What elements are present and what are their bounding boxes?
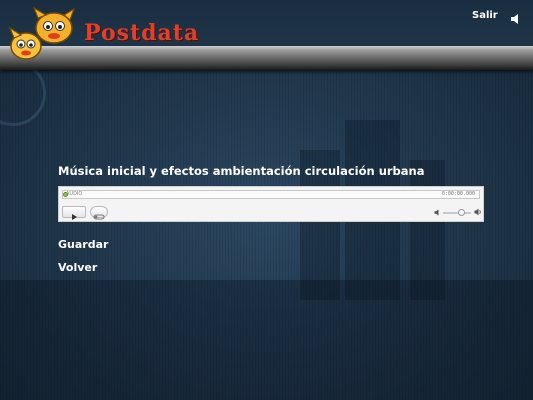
background-ground xyxy=(0,280,533,400)
sound-toggle-button[interactable] xyxy=(510,10,524,24)
loop-icon xyxy=(93,214,105,220)
volume-high-icon xyxy=(474,208,481,216)
audio-label: AUDIO xyxy=(66,191,83,197)
save-button[interactable]: Guardar xyxy=(58,238,108,251)
exit-button[interactable]: Salir xyxy=(472,10,498,21)
volume-low-icon xyxy=(434,209,439,216)
track-title: Música inicial y efectos ambientación ci… xyxy=(58,164,425,178)
progress-bar[interactable]: AUDIO 0:00:00.000 xyxy=(62,190,480,199)
header: Postdata Salir xyxy=(0,0,533,72)
volume-handle[interactable] xyxy=(457,209,465,216)
mascot-icon xyxy=(8,6,76,60)
postdata-logo: Postdata xyxy=(8,6,198,62)
app-stage: Postdata Salir Música inicial y efectos … xyxy=(0,0,533,400)
logo-text: Postdata xyxy=(84,20,200,46)
loop-button[interactable] xyxy=(90,206,108,220)
time-readout: 0:00:00.000 xyxy=(441,191,475,197)
play-button[interactable] xyxy=(62,206,86,220)
speaker-icon xyxy=(511,14,518,24)
play-icon xyxy=(72,214,77,220)
volume-slider[interactable] xyxy=(443,209,471,216)
back-button[interactable]: Volver xyxy=(58,261,97,274)
background-building xyxy=(410,160,445,300)
audio-player: AUDIO 0:00:00.000 xyxy=(58,186,484,222)
progress-handle[interactable] xyxy=(63,192,68,197)
